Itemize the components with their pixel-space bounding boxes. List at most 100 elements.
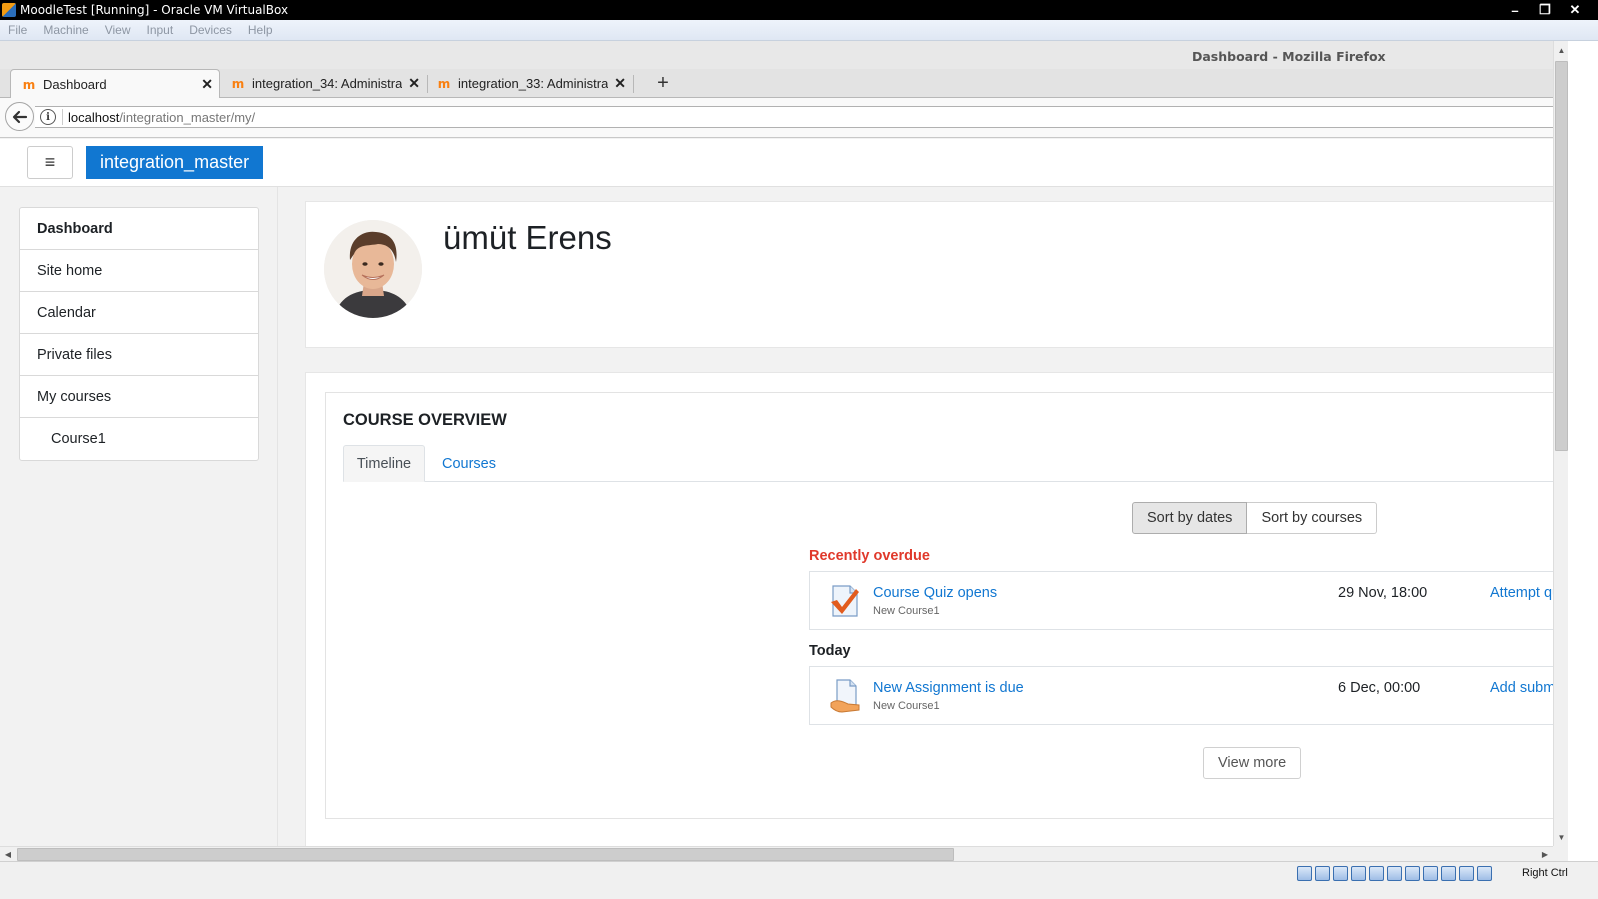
drawer-toggle-button[interactable]: ≡ xyxy=(27,146,73,179)
usb-icon[interactable] xyxy=(1369,866,1384,881)
nav-item-dashboard[interactable]: Dashboard xyxy=(20,208,258,250)
browser-tab-integration-33[interactable]: m integration_33: Administration ✕ xyxy=(426,69,634,98)
back-button[interactable] xyxy=(5,102,34,131)
main-region: ümüt Erens COURSE OVERVIEW Timeline Cour… xyxy=(278,187,1584,846)
browser-tab-label: integration_33: Administration xyxy=(458,76,608,91)
nav-item-my-courses[interactable]: My courses xyxy=(20,376,258,418)
nav-drawer: Dashboard Site home Calendar Private fil… xyxy=(0,187,278,846)
shared-folders-icon[interactable] xyxy=(1387,866,1402,881)
tab-close-icon[interactable]: ✕ xyxy=(408,75,420,92)
arrow-left-icon xyxy=(12,110,27,123)
tab-courses[interactable]: Courses xyxy=(442,445,496,482)
nav-list: Dashboard Site home Calendar Private fil… xyxy=(19,207,259,461)
vbox-statusbar: Right Ctrl xyxy=(0,861,1598,899)
avatar[interactable] xyxy=(324,220,422,318)
browser-tab-label: Dashboard xyxy=(43,77,107,92)
overview-tabs: Timeline Courses xyxy=(343,445,1584,482)
scroll-left-icon[interactable]: ◀ xyxy=(1,847,15,862)
firefox-window-title: Dashboard - Mozilla Firefox xyxy=(1192,49,1386,64)
tab-close-icon[interactable]: ✕ xyxy=(614,75,626,92)
nav-item-site-home[interactable]: Site home xyxy=(20,250,258,292)
nav-item-course1[interactable]: Course1 xyxy=(20,418,258,460)
list-item: New Assignment is due New Course1 6 Dec,… xyxy=(809,666,1570,725)
assignment-icon xyxy=(830,679,860,713)
window-controls: – ❐ ✕ xyxy=(1500,0,1590,20)
nav-item-calendar[interactable]: Calendar xyxy=(20,292,258,334)
menu-input[interactable]: Input xyxy=(139,23,182,37)
close-window-button[interactable]: ✕ xyxy=(1560,0,1590,20)
tab-close-icon[interactable]: ✕ xyxy=(201,76,213,93)
section-today: Today xyxy=(809,643,851,659)
event-date: 29 Nov, 18:00 xyxy=(1338,585,1428,601)
keyboard-capture-icon[interactable] xyxy=(1477,866,1492,881)
vertical-scrollbar[interactable]: ▲ ▼ xyxy=(1553,41,1568,846)
sort-button-group: Sort by dates Sort by courses xyxy=(1132,502,1378,534)
video-capture-icon[interactable] xyxy=(1423,866,1438,881)
moodle-page: ≡ integration_master Dashboard Site home… xyxy=(0,139,1584,846)
site-info-icon[interactable]: i xyxy=(40,109,56,125)
vbox-titlebar: MoodleTest [Running] - Oracle VM Virtual… xyxy=(0,0,1598,20)
url-path: /integration_master/my/ xyxy=(119,109,256,125)
browser-tab-dashboard[interactable]: m Dashboard ✕ xyxy=(10,69,220,99)
quiz-icon xyxy=(831,585,859,617)
moodle-favicon-icon: m xyxy=(437,76,451,91)
user-picture-icon xyxy=(324,220,422,318)
moodle-favicon-icon: m xyxy=(231,76,245,91)
hamburger-icon: ≡ xyxy=(44,152,56,172)
url-text: localhost/integration_master/my/ xyxy=(68,110,255,125)
tab-timeline[interactable]: Timeline xyxy=(343,445,425,482)
sort-by-dates-button[interactable]: Sort by dates xyxy=(1132,502,1248,534)
vbox-window-title: MoodleTest [Running] - Oracle VM Virtual… xyxy=(20,3,289,17)
display-icon[interactable] xyxy=(1405,866,1420,881)
scroll-up-icon[interactable]: ▲ xyxy=(1554,43,1569,57)
browser-tab-bar: m Dashboard ✕ m integration_34: Administ… xyxy=(0,69,1584,99)
event-date: 6 Dec, 00:00 xyxy=(1338,680,1421,696)
url-bar[interactable]: i localhost/integration_master/my/ xyxy=(35,106,1584,128)
horizontal-scroll-thumb[interactable] xyxy=(17,848,954,861)
block-title: COURSE OVERVIEW xyxy=(343,411,507,429)
menu-devices[interactable]: Devices xyxy=(181,23,240,37)
firefox-titlebar: Dashboard - Mozilla Firefox xyxy=(0,41,1598,69)
network-icon[interactable] xyxy=(1351,866,1366,881)
moodle-navbar: ≡ integration_master xyxy=(0,139,1584,187)
audio-icon[interactable] xyxy=(1333,866,1348,881)
horizontal-scrollbar[interactable]: ◀ ▶ xyxy=(0,846,1553,861)
event-course: New Course1 xyxy=(873,605,940,617)
moodle-favicon-icon: m xyxy=(22,77,36,92)
scroll-corner xyxy=(1553,846,1568,861)
optical-drive-icon[interactable] xyxy=(1315,866,1330,881)
browser-tab-label: integration_34: Administration xyxy=(252,76,402,91)
hard-disk-icon[interactable] xyxy=(1297,866,1312,881)
block-region: COURSE OVERVIEW Timeline Courses Sort by… xyxy=(305,372,1584,846)
vbox-menubar: File Machine View Input Devices Help xyxy=(0,20,1598,41)
event-course: New Course1 xyxy=(873,700,940,712)
minimize-button[interactable]: – xyxy=(1500,0,1530,20)
cpu-icon[interactable] xyxy=(1441,866,1456,881)
section-recently-overdue: Recently overdue xyxy=(809,548,930,564)
scroll-down-icon[interactable]: ▼ xyxy=(1554,830,1569,844)
menu-view[interactable]: View xyxy=(97,23,139,37)
url-host: localhost xyxy=(68,109,120,125)
page-title: ümüt Erens xyxy=(443,219,612,256)
status-indicators xyxy=(1297,866,1492,881)
browser-navbar: i localhost/integration_master/my/ xyxy=(0,98,1584,138)
virtualbox-logo-icon xyxy=(2,3,16,17)
new-tab-button[interactable]: + xyxy=(652,71,674,95)
nav-item-private-files[interactable]: Private files xyxy=(20,334,258,376)
sort-by-courses-button[interactable]: Sort by courses xyxy=(1247,502,1378,534)
browser-tab-integration-34[interactable]: m integration_34: Administration ✕ xyxy=(220,69,428,98)
menu-machine[interactable]: Machine xyxy=(35,23,96,37)
window-edge xyxy=(1568,41,1598,861)
event-name-link[interactable]: New Assignment is due xyxy=(873,680,1024,696)
list-item: Course Quiz opens New Course1 29 Nov, 18… xyxy=(809,571,1570,630)
restore-button[interactable]: ❐ xyxy=(1530,0,1560,20)
mouse-integration-icon[interactable] xyxy=(1459,866,1474,881)
scroll-right-icon[interactable]: ▶ xyxy=(1538,847,1552,862)
host-key-label: Right Ctrl xyxy=(1522,867,1568,879)
event-name-link[interactable]: Course Quiz opens xyxy=(873,585,997,601)
site-brand-link[interactable]: integration_master xyxy=(86,146,264,179)
menu-file[interactable]: File xyxy=(0,23,35,37)
menu-help[interactable]: Help xyxy=(240,23,281,37)
vertical-scroll-thumb[interactable] xyxy=(1555,61,1568,451)
view-more-button[interactable]: View more xyxy=(1203,747,1302,779)
